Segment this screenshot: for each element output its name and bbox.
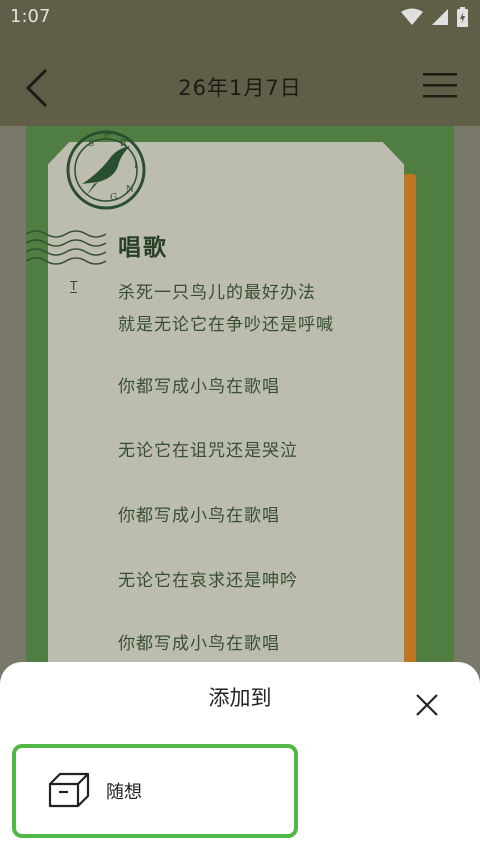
stamp-letter-r: R xyxy=(120,139,127,149)
status-icons xyxy=(401,7,468,27)
swallow-stamp-icon: S P R I N G xyxy=(66,130,146,210)
battery-charging-icon xyxy=(457,7,468,27)
status-time: 1:07 xyxy=(10,6,51,27)
menu-icon xyxy=(423,73,457,98)
poem-line: 你都写成小鸟在歌唱 xyxy=(118,377,280,397)
status-bar: 1:07 xyxy=(0,0,480,34)
close-button[interactable] xyxy=(414,692,440,718)
wifi-icon xyxy=(401,8,423,25)
poem-line: 杀死一只鸟儿的最好办法 xyxy=(118,283,316,303)
poem-line: 你都写成小鸟在歌唱 xyxy=(118,506,280,526)
poem-line: 就是无论它在争吵还是呼喊 xyxy=(118,315,334,335)
sheet-title: 添加到 xyxy=(208,686,272,710)
stamp-letter-p: P xyxy=(104,131,110,141)
stamp-letter-g: G xyxy=(110,193,117,203)
stamp-letter-s: S xyxy=(88,139,94,149)
poem-title: 唱歌 xyxy=(118,235,168,261)
poem-line: 无论它在诅咒还是哭泣 xyxy=(118,441,298,461)
signal-icon xyxy=(432,9,448,25)
add-to-sheet: 添加到 随想 xyxy=(0,662,480,854)
poem-line: 无论它在哀求还是呻吟 xyxy=(118,571,298,591)
app-bar: 26年1月7日 xyxy=(0,34,480,126)
page-title: 26年1月7日 xyxy=(178,76,302,100)
option-label: 随想 xyxy=(106,782,142,803)
menu-button[interactable] xyxy=(422,70,458,102)
stamp-letter-i: I xyxy=(134,161,138,171)
option-musings[interactable]: 随想 xyxy=(12,744,298,838)
stamp-letter-n: N xyxy=(126,185,134,195)
poem-line: 你都写成小鸟在歌唱 xyxy=(118,634,280,654)
close-icon xyxy=(416,694,438,716)
box-icon xyxy=(48,772,90,808)
postmark-lines-icon xyxy=(26,230,107,265)
text-marker: T xyxy=(70,279,78,293)
